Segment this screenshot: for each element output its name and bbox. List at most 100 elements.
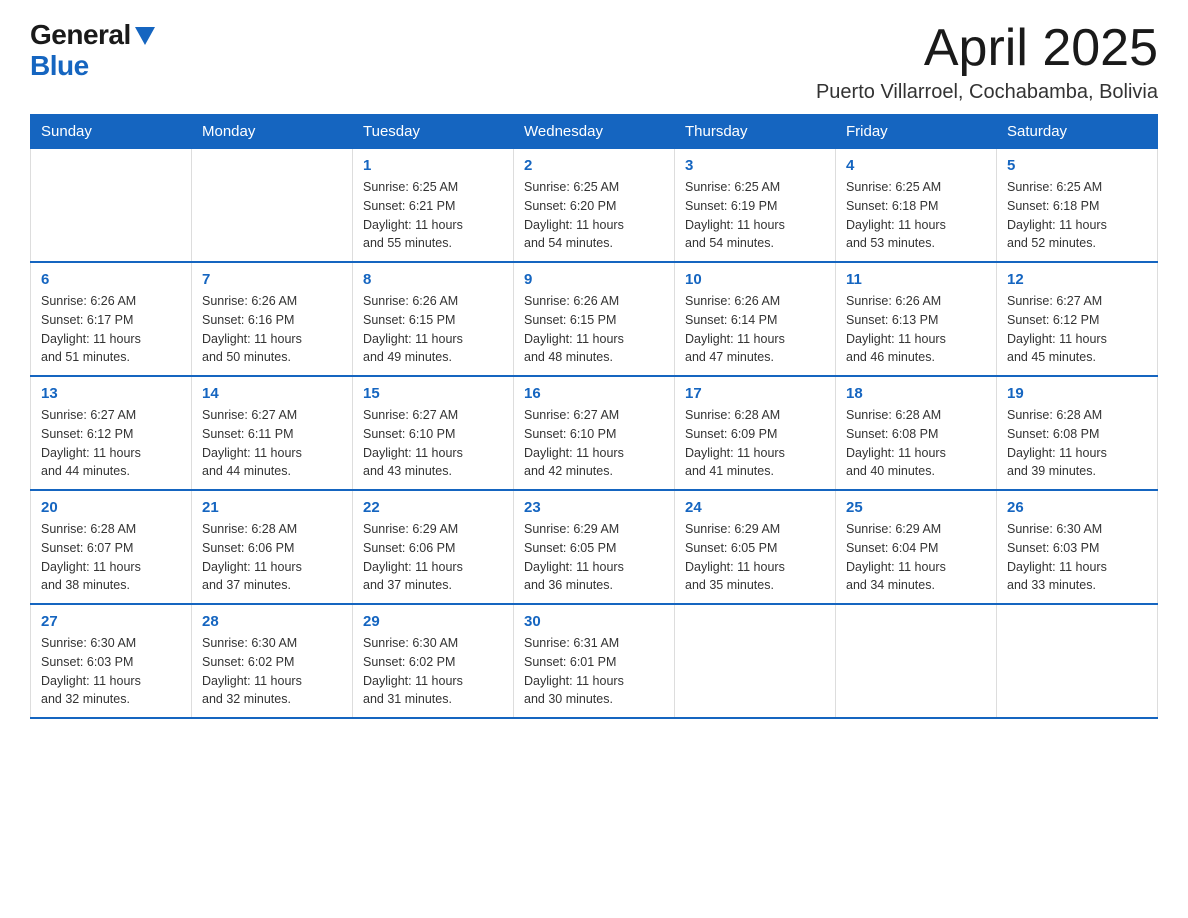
day-info: Sunrise: 6:27 AMSunset: 6:11 PMDaylight:…	[202, 406, 342, 481]
day-info: Sunrise: 6:25 AMSunset: 6:19 PMDaylight:…	[685, 178, 825, 253]
day-info: Sunrise: 6:25 AMSunset: 6:18 PMDaylight:…	[846, 178, 986, 253]
day-number: 13	[41, 385, 181, 402]
calendar-day-cell: 20 Sunrise: 6:28 AMSunset: 6:07 PMDayligh…	[31, 490, 192, 604]
day-number: 4	[846, 157, 986, 174]
day-info: Sunrise: 6:25 AMSunset: 6:20 PMDaylight:…	[524, 178, 664, 253]
calendar-day-cell: 16 Sunrise: 6:27 AMSunset: 6:10 PMDayligh…	[514, 376, 675, 490]
calendar-week-row: 20 Sunrise: 6:28 AMSunset: 6:07 PMDayligh…	[31, 490, 1158, 604]
calendar-day-header: Wednesday	[514, 115, 675, 149]
day-info: Sunrise: 6:26 AMSunset: 6:15 PMDaylight:…	[524, 292, 664, 367]
calendar-day-cell: 29 Sunrise: 6:30 AMSunset: 6:02 PMDayligh…	[353, 604, 514, 718]
calendar-day-cell: 9 Sunrise: 6:26 AMSunset: 6:15 PMDaylight…	[514, 262, 675, 376]
day-info: Sunrise: 6:26 AMSunset: 6:15 PMDaylight:…	[363, 292, 503, 367]
calendar-day-header: Saturday	[997, 115, 1158, 149]
day-number: 8	[363, 271, 503, 288]
calendar-day-cell	[31, 149, 192, 263]
title-block: April 2025 Puerto Villarroel, Cochabamba…	[816, 20, 1158, 104]
day-number: 30	[524, 613, 664, 630]
day-number: 23	[524, 499, 664, 516]
day-number: 3	[685, 157, 825, 174]
page-header: General Blue April 2025 Puerto Villarroe…	[30, 20, 1158, 104]
calendar-day-cell: 18 Sunrise: 6:28 AMSunset: 6:08 PMDayligh…	[836, 376, 997, 490]
logo-triangle-icon	[135, 27, 155, 45]
day-number: 21	[202, 499, 342, 516]
calendar-day-cell: 8 Sunrise: 6:26 AMSunset: 6:15 PMDaylight…	[353, 262, 514, 376]
calendar-day-cell: 26 Sunrise: 6:30 AMSunset: 6:03 PMDayligh…	[997, 490, 1158, 604]
logo: General Blue	[30, 20, 155, 82]
calendar-week-row: 6 Sunrise: 6:26 AMSunset: 6:17 PMDaylight…	[31, 262, 1158, 376]
calendar-header-row: SundayMondayTuesdayWednesdayThursdayFrid…	[31, 115, 1158, 149]
day-number: 24	[685, 499, 825, 516]
day-number: 11	[846, 271, 986, 288]
day-info: Sunrise: 6:28 AMSunset: 6:06 PMDaylight:…	[202, 520, 342, 595]
day-number: 29	[363, 613, 503, 630]
logo-general-text: General	[30, 20, 131, 51]
day-info: Sunrise: 6:27 AMSunset: 6:12 PMDaylight:…	[41, 406, 181, 481]
calendar-day-cell: 28Sunrise: 6:30 AMSunset: 6:02 PMDayligh…	[192, 604, 353, 718]
calendar-day-cell: 15 Sunrise: 6:27 AMSunset: 6:10 PMDayligh…	[353, 376, 514, 490]
day-number: 17	[685, 385, 825, 402]
calendar-day-cell: 2 Sunrise: 6:25 AMSunset: 6:20 PMDaylight…	[514, 149, 675, 263]
calendar-day-cell: 1Sunrise: 6:25 AMSunset: 6:21 PMDaylight…	[353, 149, 514, 263]
day-number: 6	[41, 271, 181, 288]
calendar-day-header: Thursday	[675, 115, 836, 149]
calendar-day-cell: 13 Sunrise: 6:27 AMSunset: 6:12 PMDayligh…	[31, 376, 192, 490]
calendar-day-header: Friday	[836, 115, 997, 149]
calendar-day-cell: 22 Sunrise: 6:29 AMSunset: 6:06 PMDayligh…	[353, 490, 514, 604]
calendar-day-header: Sunday	[31, 115, 192, 149]
calendar-table: SundayMondayTuesdayWednesdayThursdayFrid…	[30, 114, 1158, 719]
calendar-day-header: Tuesday	[353, 115, 514, 149]
day-info: Sunrise: 6:27 AMSunset: 6:10 PMDaylight:…	[524, 406, 664, 481]
calendar-day-cell	[836, 604, 997, 718]
day-number: 7	[202, 271, 342, 288]
calendar-day-cell: 4 Sunrise: 6:25 AMSunset: 6:18 PMDaylight…	[836, 149, 997, 263]
calendar-day-cell: 30 Sunrise: 6:31 AMSunset: 6:01 PMDayligh…	[514, 604, 675, 718]
day-number: 20	[41, 499, 181, 516]
day-info: Sunrise: 6:26 AMSunset: 6:14 PMDaylight:…	[685, 292, 825, 367]
calendar-week-row: 13 Sunrise: 6:27 AMSunset: 6:12 PMDayligh…	[31, 376, 1158, 490]
day-info: Sunrise: 6:29 AMSunset: 6:04 PMDaylight:…	[846, 520, 986, 595]
day-number: 14	[202, 385, 342, 402]
calendar-week-row: 27Sunrise: 6:30 AMSunset: 6:03 PMDayligh…	[31, 604, 1158, 718]
day-number: 15	[363, 385, 503, 402]
day-number: 22	[363, 499, 503, 516]
day-number: 5	[1007, 157, 1147, 174]
day-number: 18	[846, 385, 986, 402]
day-info: Sunrise: 6:28 AMSunset: 6:08 PMDaylight:…	[1007, 406, 1147, 481]
calendar-day-cell: 23 Sunrise: 6:29 AMSunset: 6:05 PMDayligh…	[514, 490, 675, 604]
day-info: Sunrise: 6:25 AMSunset: 6:21 PMDaylight:…	[363, 178, 503, 253]
day-info: Sunrise: 6:31 AMSunset: 6:01 PMDaylight:…	[524, 634, 664, 709]
day-number: 2	[524, 157, 664, 174]
calendar-day-cell: 3 Sunrise: 6:25 AMSunset: 6:19 PMDaylight…	[675, 149, 836, 263]
day-number: 27	[41, 613, 181, 630]
day-info: Sunrise: 6:27 AMSunset: 6:12 PMDaylight:…	[1007, 292, 1147, 367]
calendar-day-cell: 19 Sunrise: 6:28 AMSunset: 6:08 PMDayligh…	[997, 376, 1158, 490]
day-info: Sunrise: 6:29 AMSunset: 6:05 PMDaylight:…	[524, 520, 664, 595]
calendar-day-cell	[997, 604, 1158, 718]
day-number: 12	[1007, 271, 1147, 288]
page-subtitle: Puerto Villarroel, Cochabamba, Bolivia	[816, 81, 1158, 104]
day-number: 10	[685, 271, 825, 288]
calendar-day-cell: 24Sunrise: 6:29 AMSunset: 6:05 PMDayligh…	[675, 490, 836, 604]
calendar-day-cell: 17Sunrise: 6:28 AMSunset: 6:09 PMDayligh…	[675, 376, 836, 490]
day-number: 9	[524, 271, 664, 288]
day-info: Sunrise: 6:28 AMSunset: 6:08 PMDaylight:…	[846, 406, 986, 481]
day-info: Sunrise: 6:30 AMSunset: 6:03 PMDaylight:…	[1007, 520, 1147, 595]
day-info: Sunrise: 6:30 AMSunset: 6:02 PMDaylight:…	[363, 634, 503, 709]
day-number: 26	[1007, 499, 1147, 516]
day-info: Sunrise: 6:26 AMSunset: 6:17 PMDaylight:…	[41, 292, 181, 367]
calendar-week-row: 1Sunrise: 6:25 AMSunset: 6:21 PMDaylight…	[31, 149, 1158, 263]
day-number: 16	[524, 385, 664, 402]
calendar-day-cell: 10 Sunrise: 6:26 AMSunset: 6:14 PMDayligh…	[675, 262, 836, 376]
calendar-day-cell: 25Sunrise: 6:29 AMSunset: 6:04 PMDayligh…	[836, 490, 997, 604]
calendar-day-cell: 6 Sunrise: 6:26 AMSunset: 6:17 PMDaylight…	[31, 262, 192, 376]
day-info: Sunrise: 6:29 AMSunset: 6:06 PMDaylight:…	[363, 520, 503, 595]
calendar-day-cell: 5Sunrise: 6:25 AMSunset: 6:18 PMDaylight…	[997, 149, 1158, 263]
calendar-day-cell: 11Sunrise: 6:26 AMSunset: 6:13 PMDayligh…	[836, 262, 997, 376]
calendar-day-cell	[675, 604, 836, 718]
day-info: Sunrise: 6:27 AMSunset: 6:10 PMDaylight:…	[363, 406, 503, 481]
day-info: Sunrise: 6:30 AMSunset: 6:02 PMDaylight:…	[202, 634, 342, 709]
day-info: Sunrise: 6:28 AMSunset: 6:07 PMDaylight:…	[41, 520, 181, 595]
calendar-day-cell: 7Sunrise: 6:26 AMSunset: 6:16 PMDaylight…	[192, 262, 353, 376]
day-number: 19	[1007, 385, 1147, 402]
